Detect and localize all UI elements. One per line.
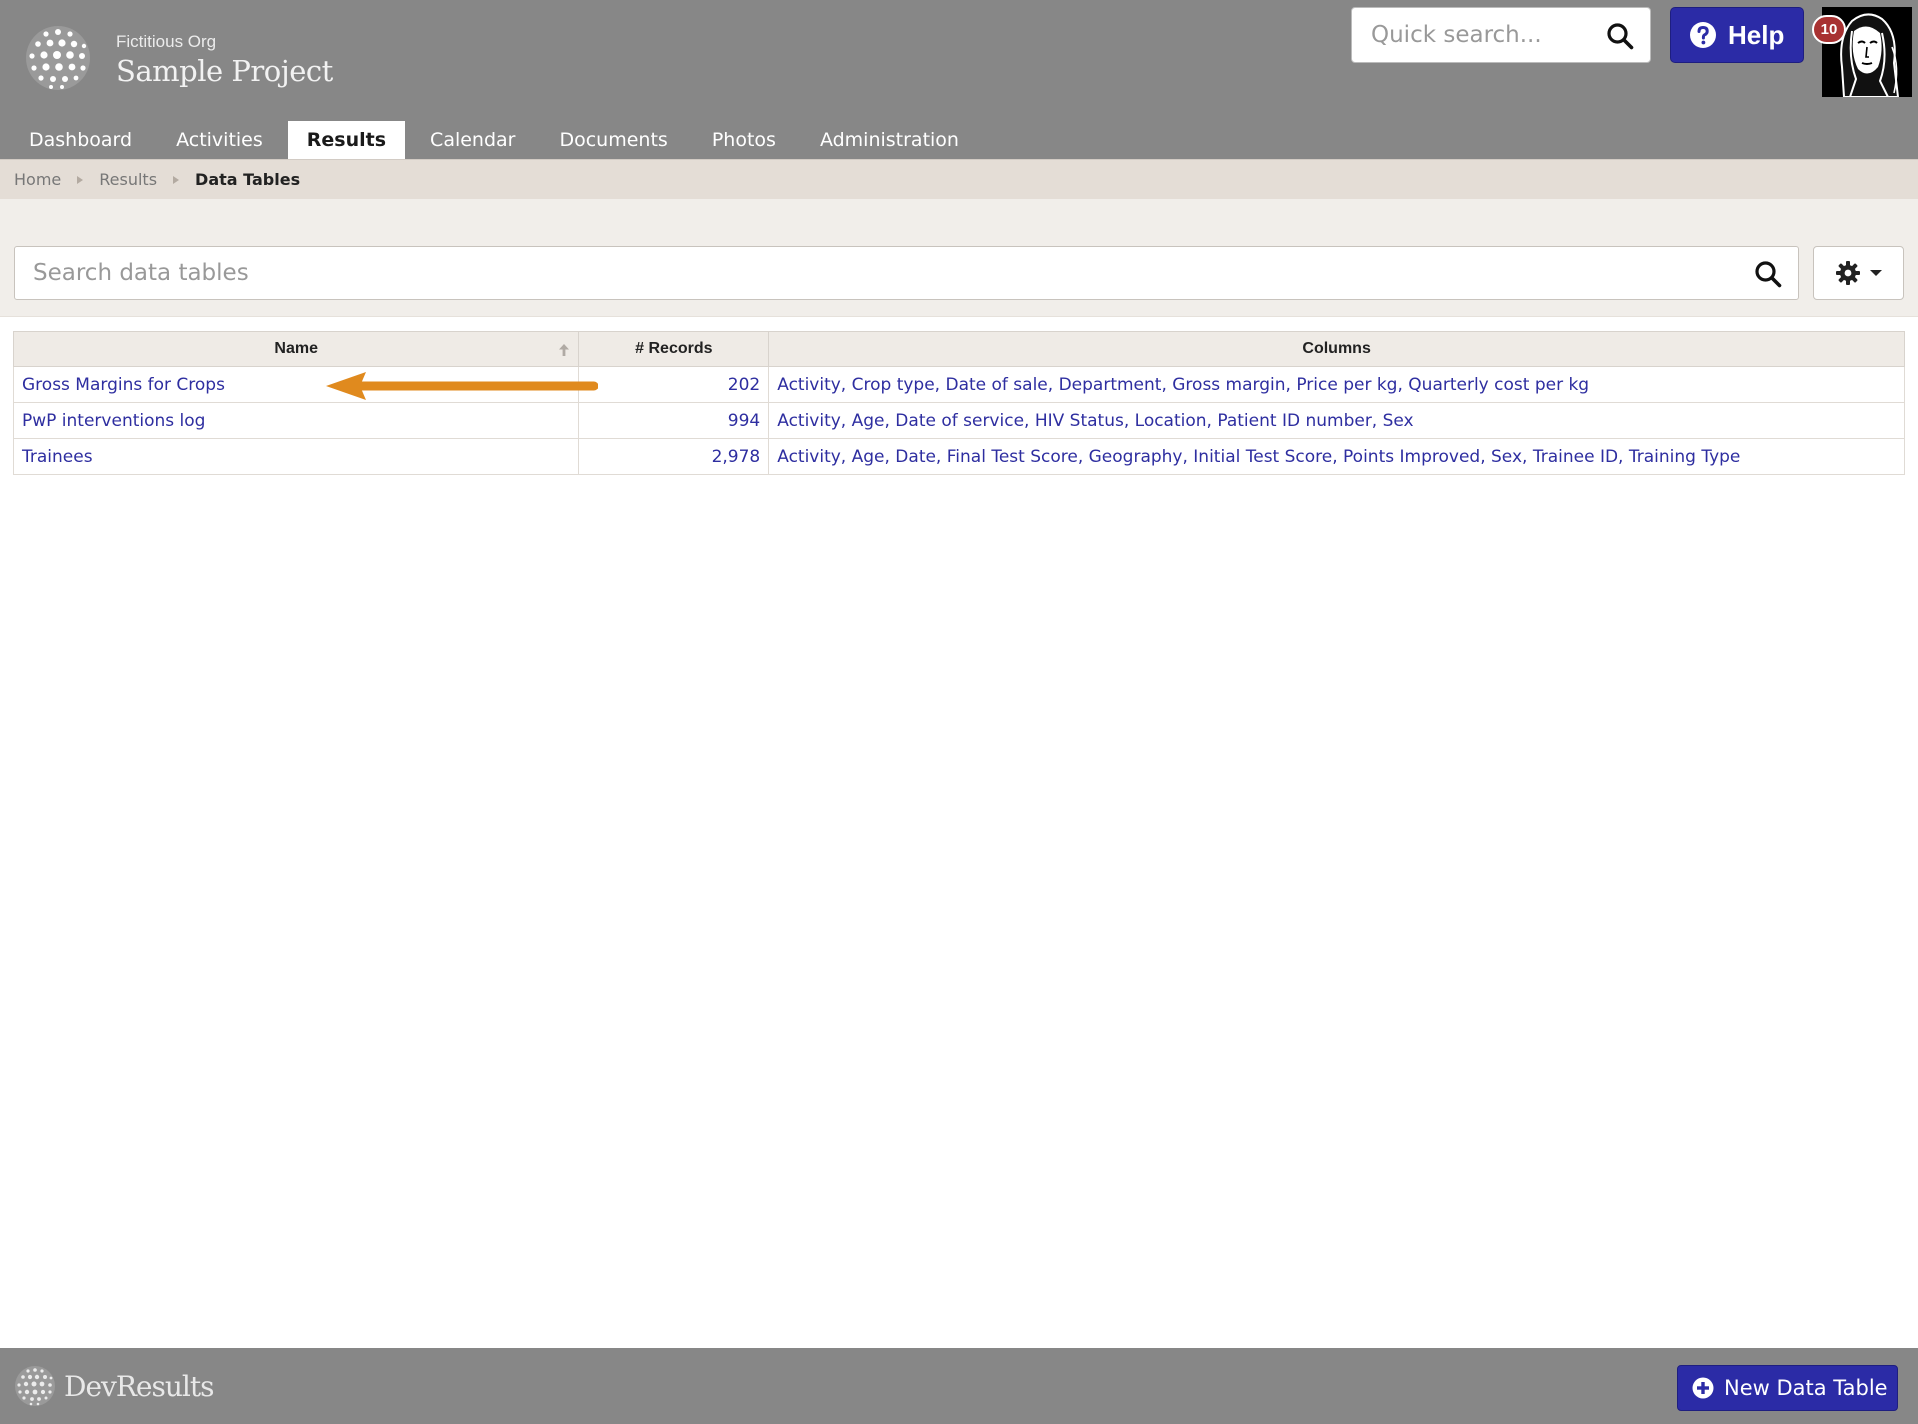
chevron-down-icon (1869, 270, 1882, 276)
tab-dashboard[interactable]: Dashboard (10, 121, 151, 159)
project-name[interactable]: Sample Project (116, 54, 333, 88)
breadcrumb-home[interactable]: Home (14, 170, 61, 189)
table-cell-columns[interactable]: Activity, Age, Date, Final Test Score, G… (768, 438, 1905, 475)
table-cell-records[interactable]: 994 (578, 402, 770, 439)
column-header-name[interactable]: Name (12, 331, 580, 367)
toolbar (0, 199, 1918, 317)
top-header: Fictitious Org Sample Project Help 10 (0, 0, 1918, 159)
notification-badge[interactable]: 10 (1812, 15, 1846, 44)
tab-documents[interactable]: Documents (540, 121, 686, 159)
tab-administration[interactable]: Administration (801, 121, 978, 159)
quick-search (1351, 7, 1651, 63)
breadcrumb-current: Data Tables (195, 170, 301, 189)
footer-brand-suffix: Results (115, 1369, 215, 1403)
breadcrumb-separator-icon (173, 175, 180, 184)
table-cell-name: Trainees (12, 438, 580, 475)
column-header-columns[interactable]: Columns (768, 331, 1905, 367)
new-data-table-label: New Data Table (1724, 1376, 1888, 1400)
table-row[interactable]: Gross Margins for Crops 202 Activity, Cr… (12, 366, 1905, 403)
tab-calendar[interactable]: Calendar (411, 121, 534, 159)
question-circle-icon (1690, 22, 1716, 48)
settings-dropdown-button[interactable] (1813, 246, 1904, 300)
quick-search-input[interactable] (1352, 8, 1602, 62)
breadcrumb: Home Results Data Tables (0, 159, 1918, 199)
column-header-name-label: Name (274, 340, 318, 357)
org-name: Fictitious Org (116, 32, 217, 51)
breadcrumb-separator-icon (77, 175, 84, 184)
table-row[interactable]: PwP interventions log 994 Activity, Age,… (12, 402, 1905, 439)
plus-circle-icon (1692, 1377, 1714, 1399)
globe-logo-icon[interactable] (24, 24, 92, 92)
data-table-search (14, 246, 1799, 300)
sort-ascending-icon[interactable] (558, 343, 570, 357)
tab-activities[interactable]: Activities (157, 121, 282, 159)
footer-brand-prefix: Dev (64, 1369, 117, 1403)
tab-results[interactable]: Results (287, 121, 406, 159)
help-button[interactable]: Help (1670, 7, 1804, 63)
footer-logo: Dev Results (14, 1364, 215, 1408)
gear-icon (1835, 261, 1860, 285)
annotation-arrow-icon (326, 372, 598, 400)
main-nav: Dashboard Activities Results Calendar Do… (10, 121, 984, 159)
table-cell-name: PwP interventions log (12, 402, 580, 439)
breadcrumb-results[interactable]: Results (99, 170, 157, 189)
table-cell-columns[interactable]: Activity, Age, Date of service, HIV Stat… (768, 402, 1905, 439)
table-cell-records[interactable]: 2,978 (578, 438, 770, 475)
new-data-table-button[interactable]: New Data Table (1677, 1365, 1898, 1411)
table-cell-columns[interactable]: Activity, Crop type, Date of sale, Depar… (768, 366, 1905, 403)
data-table-link[interactable]: Gross Margins for Crops (22, 375, 225, 395)
data-tables-list: Name # Records Columns Gross Margins for… (12, 331, 1905, 475)
table-row[interactable]: Trainees 2,978 Activity, Age, Date, Fina… (12, 438, 1905, 475)
footer: Dev Results New Data Table (0, 1348, 1918, 1424)
search-icon[interactable] (1754, 260, 1782, 288)
help-label: Help (1728, 19, 1785, 50)
data-table-link[interactable]: Trainees (22, 447, 93, 467)
data-table-search-input[interactable] (15, 247, 1735, 299)
table-header-row: Name # Records Columns (12, 331, 1905, 367)
column-header-records[interactable]: # Records (578, 331, 770, 367)
search-icon[interactable] (1606, 22, 1634, 50)
globe-logo-icon (15, 1366, 55, 1406)
data-table-link[interactable]: PwP interventions log (22, 411, 205, 431)
table-cell-records[interactable]: 202 (578, 366, 770, 403)
tab-photos[interactable]: Photos (693, 121, 795, 159)
